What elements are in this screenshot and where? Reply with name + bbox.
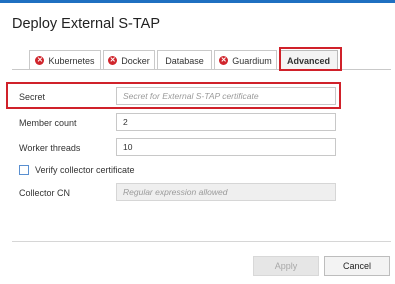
tab-label: Guardium [232,55,272,66]
tab-docker[interactable]: ✕ Docker [103,50,155,70]
verify-collector-row: Verify collector certificate [19,165,135,175]
dialog-top-accent [0,0,395,3]
tab-guardium[interactable]: ✕ Guardium [214,50,277,70]
error-icon: ✕ [219,56,229,65]
tab-kubernetes[interactable]: ✕ Kubernetes [29,50,101,70]
secret-label: Secret [19,92,46,102]
tab-label: Database [165,55,204,66]
cancel-button[interactable]: Cancel [324,256,390,276]
member-count-input[interactable] [116,113,336,131]
collector-cn-input [116,183,336,201]
worker-threads-label: Worker threads [19,143,81,153]
tab-database[interactable]: Database [157,50,212,70]
member-count-label: Member count [19,118,77,128]
worker-threads-input[interactable] [116,138,336,156]
apply-button[interactable]: Apply [253,256,319,276]
tab-label: Docker [121,55,150,66]
highlight-advanced-tab [279,47,342,71]
dialog-title: Deploy External S-TAP [12,16,161,32]
verify-collector-label: Verify collector certificate [35,165,135,175]
error-icon: ✕ [35,56,45,65]
error-icon: ✕ [108,56,118,65]
collector-cn-label: Collector CN [19,188,71,198]
footer-divider [12,241,391,242]
secret-input[interactable] [116,87,336,105]
verify-collector-checkbox[interactable] [19,165,29,175]
tab-label: Kubernetes [48,55,95,66]
